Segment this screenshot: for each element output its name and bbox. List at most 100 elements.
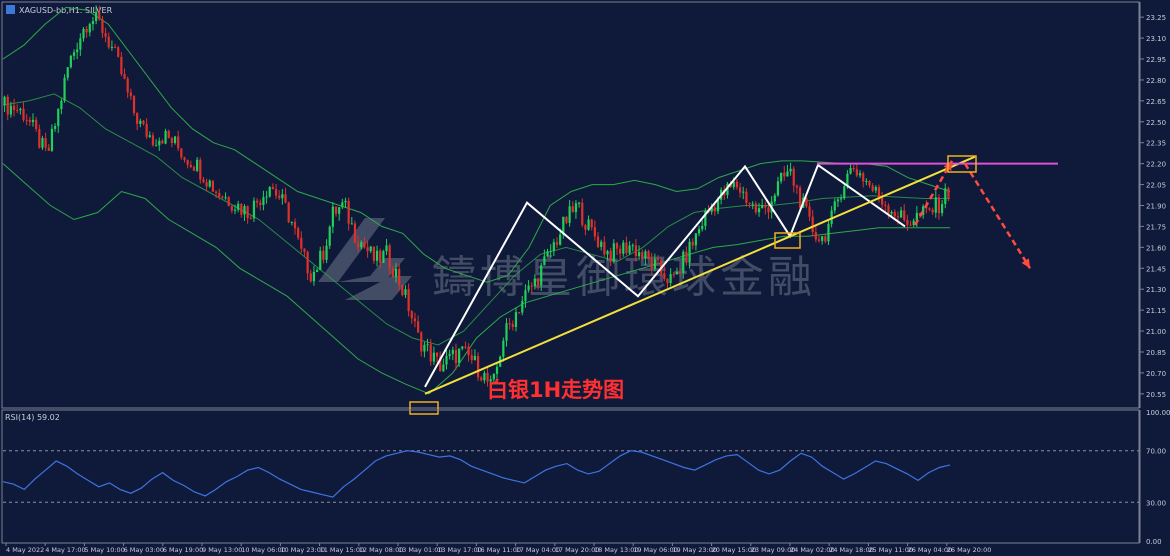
candle-body xyxy=(265,196,268,198)
price-tick-label: 22.80 xyxy=(1146,77,1166,85)
candle-body xyxy=(858,173,862,176)
candle-body xyxy=(773,195,776,202)
time-tick-label: 18 May 13:00 xyxy=(594,546,639,554)
candle-body xyxy=(79,38,82,50)
candle-body xyxy=(435,352,439,357)
time-tick-label: 4 May 2022 xyxy=(6,546,44,554)
candle-body xyxy=(398,268,401,285)
candle-body xyxy=(429,344,432,362)
candle-body xyxy=(619,248,622,254)
candle-body xyxy=(312,271,316,282)
chart-window-icon[interactable] xyxy=(6,5,15,14)
candle-body xyxy=(47,147,50,151)
candle-body xyxy=(189,164,192,168)
candle-body xyxy=(382,251,385,263)
candle-body xyxy=(256,200,259,203)
candle-body xyxy=(442,364,445,372)
candle-body xyxy=(259,202,262,206)
candle-body xyxy=(432,352,435,362)
candle-body xyxy=(631,245,634,247)
candle-body xyxy=(732,181,735,188)
candle-body xyxy=(663,273,666,279)
candle-body xyxy=(625,242,628,254)
candle-body xyxy=(53,126,57,129)
time-tick-label: 10 May 06:00 xyxy=(241,546,286,554)
candle-body xyxy=(363,242,366,248)
candle-body xyxy=(738,187,742,193)
candle-body xyxy=(865,180,868,182)
candle-body xyxy=(656,259,660,261)
price-tick-label: 20.55 xyxy=(1146,391,1166,399)
candle-body xyxy=(278,195,281,199)
candle-body xyxy=(230,205,233,211)
candle-body xyxy=(401,284,404,296)
candle-body xyxy=(903,210,906,220)
candle-body xyxy=(454,349,458,364)
candle-body xyxy=(300,237,303,249)
candle-body xyxy=(66,67,69,78)
candle-body xyxy=(107,36,110,48)
candle-body xyxy=(60,100,63,110)
candle-body xyxy=(871,185,874,191)
candle-body xyxy=(514,312,518,327)
candle-body xyxy=(751,203,754,205)
candle-body xyxy=(596,236,600,247)
candle-body xyxy=(757,208,761,213)
candle-body xyxy=(322,250,325,260)
candle-body xyxy=(495,366,499,374)
candle-body xyxy=(309,273,312,282)
time-tick-label: 10 May 23:00 xyxy=(280,546,325,554)
candle-body xyxy=(303,248,306,252)
candle-body xyxy=(852,167,855,170)
candle-body xyxy=(480,377,483,381)
candle-body xyxy=(476,355,480,378)
candle-body xyxy=(306,251,309,274)
candle-body xyxy=(688,241,691,263)
candle-body xyxy=(297,228,300,238)
candle-body xyxy=(609,251,612,262)
candle-body xyxy=(113,46,117,48)
candle-body xyxy=(877,187,881,198)
candle-body xyxy=(281,194,284,199)
price-tick-label: 20.85 xyxy=(1146,349,1166,357)
candle-body xyxy=(271,187,274,190)
candle-body xyxy=(862,173,865,182)
time-tick-label: 19 May 06:00 xyxy=(633,546,678,554)
candle-body xyxy=(227,197,230,206)
candle-body xyxy=(252,200,256,219)
candle-body xyxy=(199,159,202,180)
candle-body xyxy=(63,77,66,101)
price-tick-label: 21.75 xyxy=(1146,223,1166,231)
candle-body xyxy=(600,241,603,247)
candle-body xyxy=(136,113,139,124)
candle-body xyxy=(483,372,486,381)
candle-body xyxy=(533,278,537,287)
candle-body xyxy=(641,252,644,259)
candle-body xyxy=(928,208,931,210)
candle-body xyxy=(338,207,341,214)
time-tick-label: 13 May 01:00 xyxy=(398,546,443,554)
time-tick-label: 16 May 11:00 xyxy=(476,546,521,554)
candle-body xyxy=(890,211,893,214)
candle-body xyxy=(101,19,104,34)
candle-body xyxy=(565,216,568,223)
candle-body xyxy=(57,109,60,127)
candle-body xyxy=(22,108,25,120)
candle-body xyxy=(410,311,413,319)
candle-body xyxy=(868,180,871,186)
time-tick-label: 24 May 18:00 xyxy=(829,546,874,554)
candle-body xyxy=(461,346,464,349)
candle-body xyxy=(357,242,360,248)
candle-body xyxy=(16,110,19,112)
candle-body xyxy=(19,108,22,111)
candle-body xyxy=(843,186,846,199)
price-tick-label: 21.15 xyxy=(1146,307,1166,315)
candle-body xyxy=(884,204,887,206)
candle-body xyxy=(906,219,909,225)
candle-body xyxy=(25,119,28,121)
candle-body xyxy=(445,355,448,365)
time-tick-label: 11 May 15:00 xyxy=(320,546,365,554)
candle-body xyxy=(196,159,199,171)
candle-body xyxy=(211,180,215,192)
candle-body xyxy=(568,206,571,223)
